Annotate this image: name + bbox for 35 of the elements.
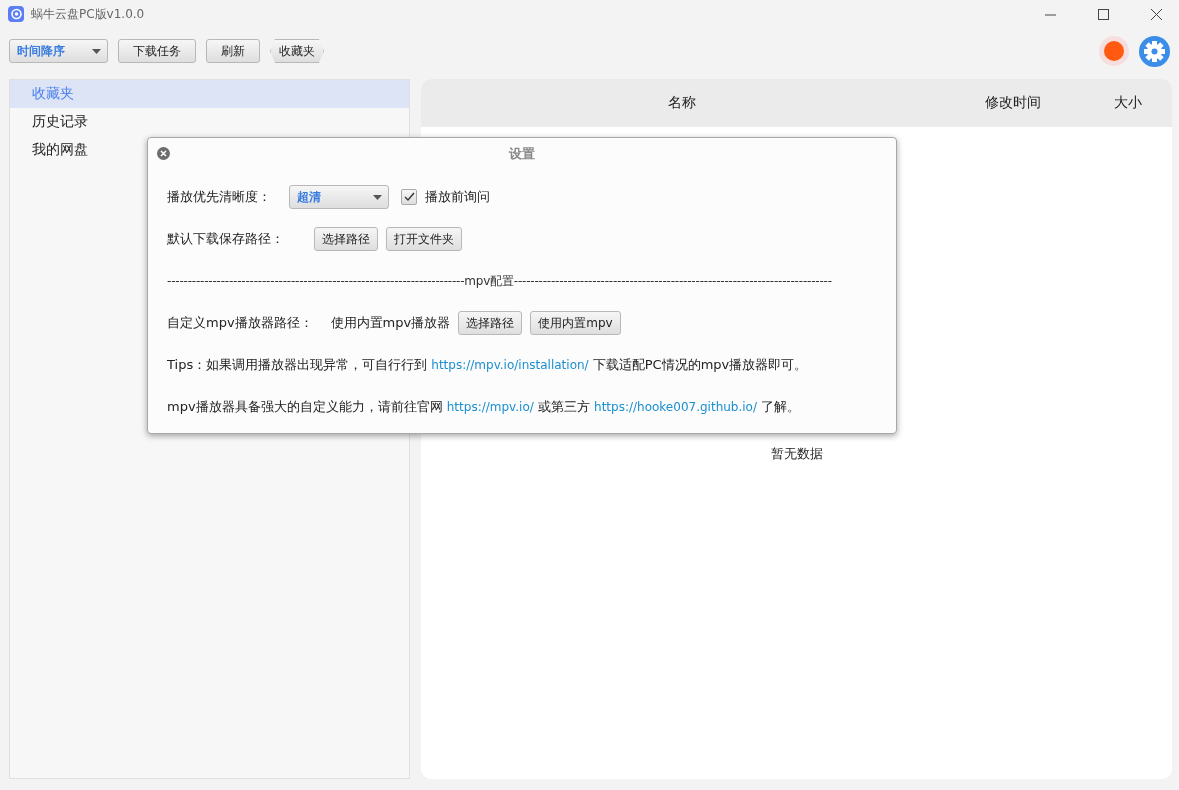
dialog-title: 设置 [509, 145, 535, 163]
close-button[interactable] [157, 147, 170, 160]
link[interactable]: https://hooke007.github.io/ [594, 400, 757, 414]
mpv-button[interactable]: 选择路径 [458, 311, 523, 335]
field-label: 播放优先清晰度： [167, 188, 271, 206]
column-header[interactable]: 大小 [1113, 94, 1142, 112]
field-value: 使用内置mpv播放器 [330, 314, 451, 332]
tip-text: mpv播放器具备强大的自定义能力，请前往官网 https://mpv.io/ 或第三方 https://hooke007.github.io/ 了解。 [167, 398, 801, 416]
caret-icon [373, 194, 382, 200]
mpv-button[interactable]: 使用内置mpv [530, 311, 621, 335]
field-label: 默认下载保存路径： [167, 230, 284, 248]
app-logo-icon [8, 6, 24, 22]
field-label: 自定义mpv播放器路径： [167, 314, 313, 332]
maximize-icon [1097, 8, 1109, 20]
empty-message: 暂无数据 [770, 445, 823, 463]
checkbox-label: 播放前询问 [425, 188, 490, 206]
breadcrumb-item[interactable]: 收藏夹 [270, 39, 324, 63]
window-title: 蜗牛云盘PC版v1.0.0 [31, 5, 146, 23]
column-header[interactable]: 名称 [668, 94, 696, 112]
toolbar-button[interactable]: 下载任务 [118, 39, 196, 63]
settings-icon[interactable] [1139, 35, 1170, 67]
sidebar-item[interactable]: 历史记录 [10, 108, 409, 136]
record-icon[interactable] [1099, 36, 1129, 66]
close-icon [1150, 8, 1162, 20]
checkbox[interactable] [401, 189, 417, 205]
path-button[interactable]: 打开文件夹 [386, 227, 462, 251]
section-separator: ------------------------------------------------------------------------mpv配置----------------------------------------------------------------------------- [167, 272, 832, 290]
path-button[interactable]: 选择路径 [314, 227, 378, 251]
column-header[interactable]: 修改时间 [985, 94, 1041, 112]
link[interactable]: https://mpv.io/installation/ [431, 358, 589, 372]
link[interactable]: https://mpv.io/ [446, 400, 534, 414]
toolbar-button[interactable]: 刷新 [206, 39, 260, 63]
close-icon [160, 150, 167, 157]
tip-text: Tips：如果调用播放器出现异常，可自行行到 https://mpv.io/installation/ 下载适配PC情况的mpv播放器即可。 [167, 356, 808, 374]
caret-icon [92, 48, 101, 54]
